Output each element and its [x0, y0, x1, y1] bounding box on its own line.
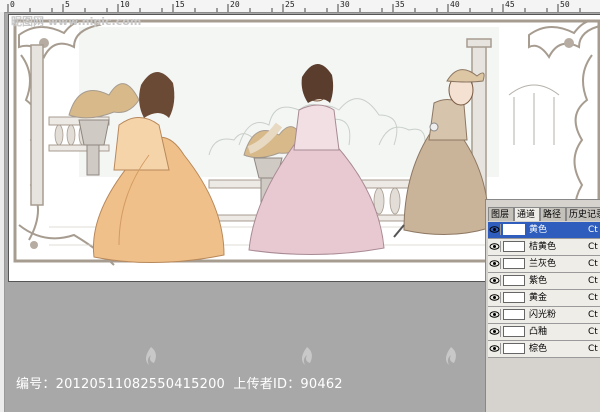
eye-icon[interactable] — [489, 224, 501, 235]
channel-name: 桔黄色 — [529, 242, 557, 252]
channels-panel[interactable]: 图层 通道 路径 历史记录 黄色 Ct 桔黄色 Ct 兰灰色 Ct 紫色 Ct — [485, 199, 600, 412]
channel-thumbnail — [503, 309, 525, 320]
channel-shortcut: Ct — [588, 293, 598, 303]
channel-name: 黄金 — [529, 293, 548, 303]
eye-icon[interactable] — [489, 343, 501, 354]
channel-row-gold[interactable]: 黄金 Ct — [488, 290, 600, 307]
channel-name: 棕色 — [529, 344, 548, 354]
tab-history[interactable]: 历史记录 — [566, 207, 600, 221]
channel-thumbnail — [503, 275, 525, 286]
channel-thumbnail — [503, 343, 525, 354]
ruler-tick-label: 0 — [10, 0, 15, 9]
channel-shortcut: Ct — [588, 310, 598, 320]
channel-thumbnail — [503, 224, 525, 235]
vertical-ruler[interactable] — [0, 12, 5, 412]
eye-icon[interactable] — [489, 309, 501, 320]
watermark-logo-icon — [301, 347, 312, 365]
eye-icon[interactable] — [489, 241, 501, 252]
uploader-label: 上传者ID： — [233, 377, 301, 392]
channel-name: 闪光粉 — [529, 310, 557, 320]
channel-row-orange[interactable]: 桔黄色 Ct — [488, 239, 600, 256]
channel-row-emboss[interactable]: 凸釉 Ct — [488, 324, 600, 341]
ruler-tick-label: 5 — [65, 0, 70, 9]
channel-row-brown[interactable]: 棕色 Ct — [488, 341, 600, 358]
ruler-tick-label: 30 — [340, 0, 350, 9]
channel-name: 凸釉 — [529, 327, 548, 337]
channel-list: 黄色 Ct 桔黄色 Ct 兰灰色 Ct 紫色 Ct 黄金 Ct 闪光粉 Ct 凸… — [488, 222, 600, 358]
ruler-tick-label: 40 — [450, 0, 460, 9]
ruler-tick-label: 20 — [230, 0, 240, 9]
channel-thumbnail — [503, 258, 525, 269]
watermark-text: 昵图网 www.nipic.com — [11, 15, 142, 28]
uploader-value: 90462 — [300, 377, 343, 392]
eye-icon[interactable] — [489, 326, 501, 337]
channel-name: 黄色 — [529, 225, 548, 235]
watermark-logo-icon — [445, 347, 456, 365]
ruler-tick-label: 25 — [285, 0, 295, 9]
tab-paths[interactable]: 路径 — [540, 207, 566, 221]
panel-tabs: 图层 通道 路径 历史记录 — [486, 207, 600, 221]
channel-thumbnail — [503, 326, 525, 337]
id-value: 20120511082550415200 — [55, 377, 226, 392]
channel-shortcut: Ct — [588, 259, 598, 269]
eye-icon[interactable] — [489, 275, 501, 286]
channel-shortcut: Ct — [588, 242, 598, 252]
channel-row-blue-gray[interactable]: 兰灰色 Ct — [488, 256, 600, 273]
channel-row-glitter[interactable]: 闪光粉 Ct — [488, 307, 600, 324]
tab-layers[interactable]: 图层 — [488, 207, 514, 221]
id-label: 编号： — [16, 377, 56, 392]
ruler-tick-label: 45 — [505, 0, 515, 9]
channel-shortcut: Ct — [588, 276, 598, 286]
channel-shortcut: Ct — [588, 327, 598, 337]
channel-name: 紫色 — [529, 276, 548, 286]
channel-name: 兰灰色 — [529, 259, 557, 269]
channel-shortcut: Ct — [588, 344, 598, 354]
channel-row-purple[interactable]: 紫色 Ct — [488, 273, 600, 290]
image-id-footer: 编号：20120511082550415200 上传者ID：90462 — [16, 373, 343, 392]
horizontal-ruler[interactable]: 0 5 10 15 20 25 30 35 40 45 50 — [0, 0, 600, 13]
channel-thumbnail — [503, 292, 525, 303]
ruler-tick-label: 35 — [395, 0, 405, 9]
ruler-tick-label: 50 — [560, 0, 570, 9]
channel-shortcut: Ct — [588, 225, 598, 235]
watermark-logo-icon — [145, 347, 156, 365]
eye-icon[interactable] — [489, 258, 501, 269]
tab-channels[interactable]: 通道 — [514, 207, 540, 221]
ruler-tick-label: 10 — [120, 0, 130, 9]
channel-row-yellow[interactable]: 黄色 Ct — [488, 222, 600, 239]
eye-icon[interactable] — [489, 292, 501, 303]
ruler-tick-label: 15 — [175, 0, 185, 9]
channel-thumbnail — [503, 241, 525, 252]
